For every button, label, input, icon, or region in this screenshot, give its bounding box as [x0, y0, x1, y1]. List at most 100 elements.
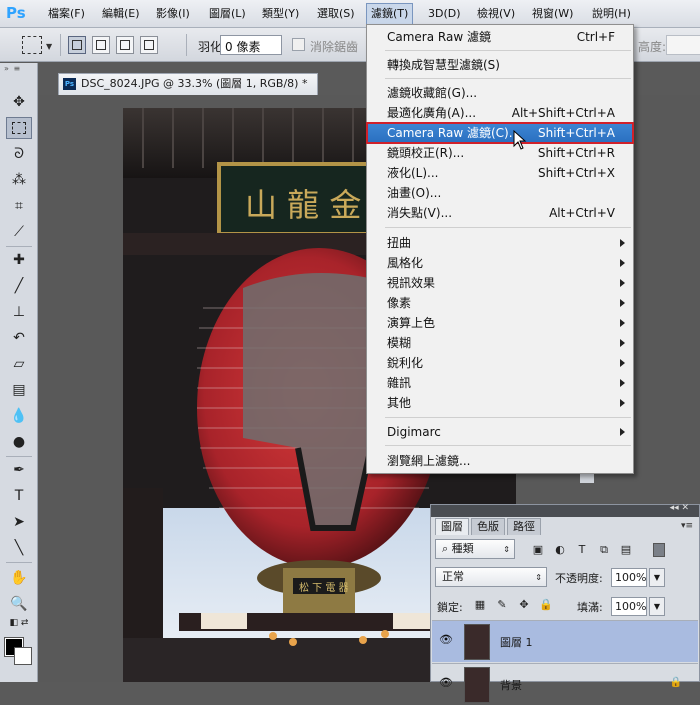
magic-wand-icon[interactable]: ⁂ [6, 169, 32, 191]
menu-item-video[interactable]: 視訊效果 [367, 273, 633, 293]
lasso-icon[interactable]: ᘐ [6, 143, 32, 165]
menu-item-filter-gallery[interactable]: 濾鏡收藏館(G)... [367, 83, 633, 103]
menu-item-vanishing-point[interactable]: 消失點(V)... Alt+Ctrl+V [367, 203, 633, 223]
submenu-arrow-icon [620, 259, 625, 267]
path-selection-icon[interactable]: ➤ [6, 511, 32, 533]
lock-position-icon[interactable]: ✥ [517, 598, 531, 612]
blend-mode-select[interactable]: 正常 ⇕ [435, 567, 547, 587]
menu-select[interactable]: 選取(S) [313, 6, 359, 24]
visibility-eye-icon[interactable]: 👁 [438, 676, 454, 690]
eraser-icon[interactable]: ▱ [6, 353, 32, 375]
menu-item-liquify[interactable]: 液化(L)... Shift+Ctrl+X [367, 163, 633, 183]
line-tool-icon[interactable]: ╲ [6, 537, 32, 559]
intersect-selection-icon[interactable] [140, 36, 158, 54]
submenu-arrow-icon [620, 339, 625, 347]
menu-item-stylize[interactable]: 風格化 [367, 253, 633, 273]
blur-icon[interactable]: 💧 [6, 405, 32, 427]
menu-image[interactable]: 影像(I) [152, 6, 194, 24]
menu-item-noise[interactable]: 雜訊 [367, 373, 633, 393]
tab-layers[interactable]: 圖層 [435, 518, 469, 535]
menu-item-oil-paint[interactable]: 油畫(O)... [367, 183, 633, 203]
menu-item-adaptive-wide-angle[interactable]: 最適化廣角(A)... Alt+Shift+Ctrl+A [367, 103, 633, 123]
pen-icon[interactable]: ✒ [6, 459, 32, 481]
menu-item-blur[interactable]: 模糊 [367, 333, 633, 353]
submenu-arrow-icon [620, 319, 625, 327]
menu-item-other[interactable]: 其他 [367, 393, 633, 413]
layer-row[interactable]: 👁 背景 🔒 [432, 663, 698, 705]
document-tab[interactable]: Ps DSC_8024.JPG @ 33.3% (圖層 1, RGB/8) * [58, 73, 318, 95]
add-to-selection-icon[interactable] [92, 36, 110, 54]
menu-window[interactable]: 視窗(W) [528, 6, 577, 24]
shape-layer-filter-icon[interactable]: ⧉ [597, 543, 611, 557]
fill-dropdown-icon[interactable]: ▼ [649, 597, 665, 616]
menu-item-camera-raw-filter[interactable]: Camera Raw 濾鏡(C)... Shift+Ctrl+A [366, 122, 634, 144]
menu-layer[interactable]: 圖層(L) [205, 6, 250, 24]
collapse-panel-icon[interactable]: ◂◂ ✕ [670, 503, 689, 513]
panel-grip-icon[interactable]: » ≡ [4, 65, 32, 73]
menu-item-browse-filters-online[interactable]: 瀏覽網上濾鏡... [367, 451, 633, 471]
feather-input[interactable]: 0 像素 [220, 35, 282, 55]
move-tool-icon[interactable]: ✥ [6, 91, 32, 113]
adjustment-layer-filter-icon[interactable]: ◐ [553, 543, 567, 557]
gradient-icon[interactable]: ▤ [6, 379, 32, 401]
type-layer-filter-icon[interactable]: T [575, 543, 589, 557]
crop-icon[interactable]: ⌗ [6, 195, 32, 217]
new-selection-icon[interactable] [68, 36, 86, 54]
menu-item-pixelate[interactable]: 像素 [367, 293, 633, 313]
hand-icon[interactable]: ✋ [6, 567, 32, 589]
subtract-selection-icon[interactable] [116, 36, 134, 54]
svg-text:松 下 電 器: 松 下 電 器 [299, 581, 349, 594]
menu-edit[interactable]: 編輯(E) [98, 6, 144, 24]
healing-brush-icon[interactable]: ✚ [6, 249, 32, 271]
opacity-input[interactable]: 100% [611, 568, 647, 587]
fill-input[interactable]: 100% [611, 597, 647, 616]
menu-item-last-filter[interactable]: Camera Raw 濾鏡 Ctrl+F [367, 27, 633, 47]
background-color-swatch[interactable] [14, 647, 32, 665]
pixel-layer-filter-icon[interactable]: ▣ [531, 543, 545, 557]
submenu-arrow-icon [620, 379, 625, 387]
history-brush-icon[interactable]: ↶ [6, 327, 32, 349]
panel-menu-icon[interactable]: ▾≡ [681, 521, 693, 531]
marquee-tool-preset-icon[interactable] [22, 36, 42, 54]
default-colors-icon[interactable]: ◧ ⇄ [6, 615, 32, 631]
clone-stamp-icon[interactable]: ⊥ [6, 301, 32, 323]
opacity-dropdown-icon[interactable]: ▼ [649, 568, 665, 587]
lock-transparency-icon[interactable]: ▦ [473, 598, 487, 612]
tools-panel: » ≡ ✥ ᘐ ⁂ ⌗ ⟋ ✚ ╱ ⊥ ↶ ▱ ▤ 💧 ● ✒ T ➤ ╲ ✋ … [0, 63, 38, 682]
layer-row[interactable]: 👁 圖層 1 [432, 620, 698, 662]
lock-pixels-icon[interactable]: ✎ [495, 598, 509, 612]
lock-icon: 🔒 [669, 677, 682, 688]
zoom-icon[interactable]: 🔍 [6, 593, 32, 615]
chevron-down-icon[interactable]: ▼ [46, 42, 52, 51]
menu-item-sharpen[interactable]: 銳利化 [367, 353, 633, 373]
antialias-checkbox[interactable] [292, 38, 305, 51]
layer-kind-filter[interactable]: ⌕ 種類 ⇕ [435, 539, 515, 559]
menu-item-convert-smart-filters[interactable]: 轉換成智慧型濾鏡(S) [367, 55, 633, 75]
menu-filter[interactable]: 濾鏡(T) [366, 3, 414, 25]
menu-view[interactable]: 檢視(V) [473, 6, 519, 24]
lock-label: 鎖定: [437, 601, 463, 614]
menu-file[interactable]: 檔案(F) [44, 6, 89, 24]
brush-icon[interactable]: ╱ [6, 275, 32, 297]
menu-item-lens-correction[interactable]: 鏡頭校正(R)... Shift+Ctrl+R [367, 143, 633, 163]
height-input[interactable] [666, 35, 700, 55]
menu-type[interactable]: 類型(Y) [258, 6, 303, 24]
menu-item-distort[interactable]: 扭曲 [367, 233, 633, 253]
lock-all-icon[interactable]: 🔒 [539, 598, 553, 612]
type-tool-icon[interactable]: T [6, 485, 32, 507]
submenu-arrow-icon [620, 279, 625, 287]
menu-help[interactable]: 說明(H) [588, 6, 635, 24]
menu-item-render[interactable]: 演算上色 [367, 313, 633, 333]
tab-paths[interactable]: 路徑 [507, 518, 541, 535]
tab-channels[interactable]: 色版 [471, 518, 505, 535]
smart-object-filter-icon[interactable]: ▤ [619, 543, 633, 557]
menu-item-digimarc[interactable]: Digimarc [367, 422, 633, 442]
divider [60, 34, 61, 56]
visibility-eye-icon[interactable]: 👁 [438, 633, 454, 647]
submenu-arrow-icon [620, 399, 625, 407]
filter-toggle-icon[interactable] [653, 543, 665, 557]
dodge-icon[interactable]: ● [6, 431, 32, 453]
rectangular-marquee-icon[interactable] [6, 117, 32, 139]
menu-3d[interactable]: 3D(D) [424, 6, 465, 24]
eyedropper-icon[interactable]: ⟋ [6, 221, 32, 243]
